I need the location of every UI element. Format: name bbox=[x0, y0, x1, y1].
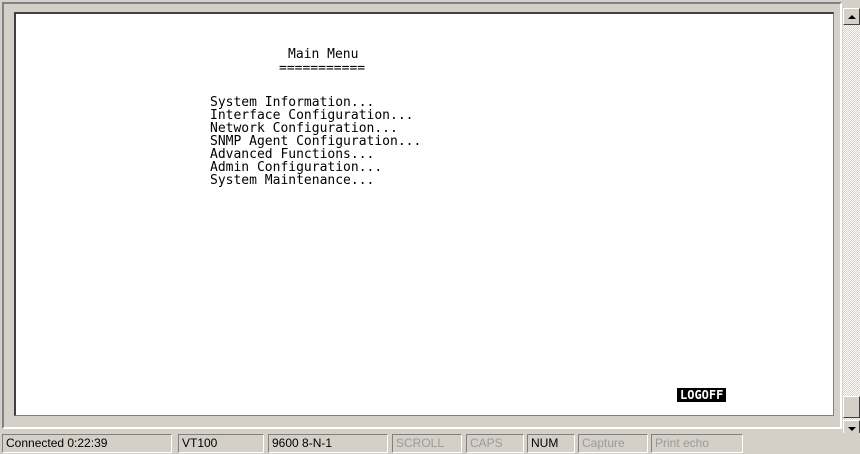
menu-title: Main Menu bbox=[288, 47, 359, 62]
status-scroll-indicator: SCROLL bbox=[392, 434, 462, 453]
status-connection-time: Connected 0:22:39 bbox=[2, 434, 172, 453]
status-print-echo-indicator: Print echo bbox=[651, 434, 743, 453]
menu-title-underline: =========== bbox=[279, 61, 366, 76]
status-caps-indicator: CAPS bbox=[466, 434, 524, 453]
scrollbar-thumb[interactable] bbox=[843, 396, 860, 418]
main-menu-list: System Information... Interface Configur… bbox=[210, 96, 421, 187]
logoff-button[interactable]: LOGOFF bbox=[677, 388, 727, 402]
terminal-screen[interactable]: Main Menu =========== System Information… bbox=[14, 12, 834, 416]
status-capture-indicator: Capture bbox=[578, 434, 648, 453]
menu-item-system-maintenance[interactable]: System Maintenance... bbox=[210, 174, 421, 187]
terminal-window-frame: Main Menu =========== System Information… bbox=[2, 2, 842, 429]
status-num-indicator: NUM bbox=[527, 434, 575, 453]
status-bar: Connected 0:22:39 VT100 9600 8-N-1 SCROL… bbox=[0, 433, 860, 454]
arrow-up-icon bbox=[847, 14, 856, 19]
status-port-settings: 9600 8-N-1 bbox=[268, 434, 388, 453]
arrow-down-icon bbox=[847, 426, 856, 431]
status-emulation: VT100 bbox=[178, 434, 264, 453]
vertical-scrollbar[interactable] bbox=[843, 8, 860, 437]
scroll-up-button[interactable] bbox=[843, 8, 860, 25]
